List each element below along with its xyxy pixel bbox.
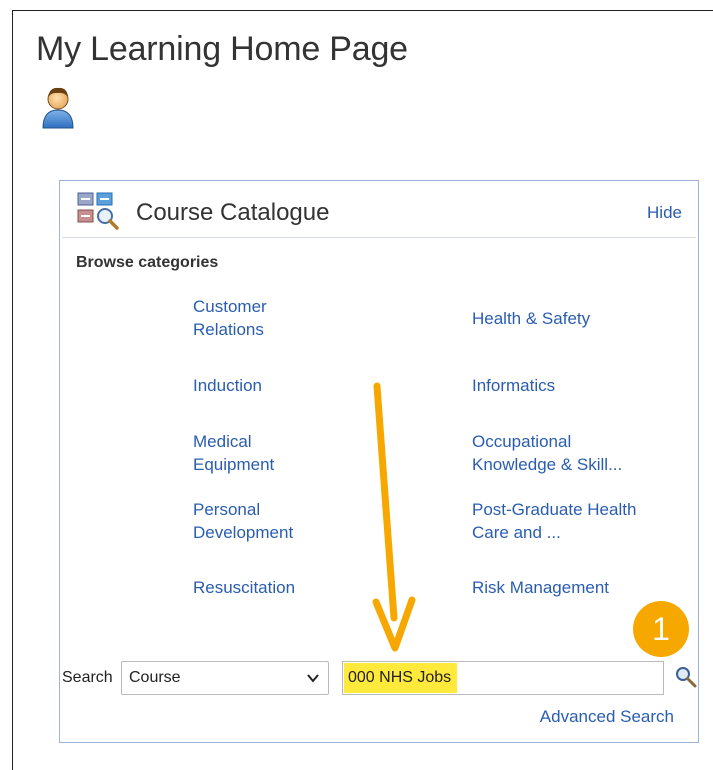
category-occupational-knowledge[interactable]: Occupational Knowledge & Skill... [472, 430, 622, 476]
category-health-safety[interactable]: Health & Safety [472, 307, 590, 330]
category-label: Care and ... [472, 523, 561, 542]
search-label: Search [62, 669, 113, 686]
panel-header: Course Catalogue Hide [62, 183, 696, 238]
category-resuscitation[interactable]: Resuscitation [193, 576, 295, 599]
search-query-value: 000 NHS Jobs [344, 663, 458, 693]
catalog-search-icon [77, 192, 119, 230]
hide-link[interactable]: Hide [647, 203, 682, 223]
category-label: Post-Graduate Health [472, 500, 637, 519]
category-label: Development [193, 523, 294, 542]
search-row: Search Course 000 NHS Jobs [60, 661, 700, 701]
chevron-down-icon [307, 674, 319, 683]
search-icon[interactable] [674, 665, 698, 689]
advanced-search-link[interactable]: Advanced Search [540, 707, 674, 727]
search-type-value: Course [129, 669, 181, 686]
panel-title: Course Catalogue [136, 199, 330, 226]
category-label: Equipment [193, 455, 275, 474]
search-input[interactable]: 000 NHS Jobs [342, 661, 664, 695]
annotation-arrow-icon [372, 382, 416, 652]
category-label: Occupational [472, 432, 572, 451]
category-label: Induction [193, 376, 262, 395]
category-label: Personal [193, 500, 261, 519]
category-customer-relations[interactable]: Customer Relations [193, 295, 267, 341]
category-label: Knowledge & Skill... [472, 455, 623, 474]
category-label: Relations [193, 320, 264, 339]
category-risk-management[interactable]: Risk Management [472, 576, 609, 599]
category-label: Risk Management [472, 578, 610, 597]
category-label: Informatics [472, 376, 556, 395]
category-label: Health & Safety [472, 309, 591, 328]
browse-categories-label: Browse categories [76, 254, 219, 271]
search-type-select[interactable]: Course [121, 661, 329, 695]
category-informatics[interactable]: Informatics [472, 374, 555, 397]
category-label: Resuscitation [193, 578, 296, 597]
category-label: Medical [193, 432, 252, 451]
category-label: Customer [193, 297, 267, 316]
category-personal-development[interactable]: Personal Development [193, 498, 293, 544]
category-induction[interactable]: Induction [193, 374, 262, 397]
step-number-badge: 1 [633, 601, 689, 657]
user-avatar-icon [42, 87, 74, 129]
page-title: My Learning Home Page [36, 30, 408, 68]
category-medical-equipment[interactable]: Medical Equipment [193, 430, 274, 476]
category-post-graduate-health[interactable]: Post-Graduate Health Care and ... [472, 498, 636, 544]
